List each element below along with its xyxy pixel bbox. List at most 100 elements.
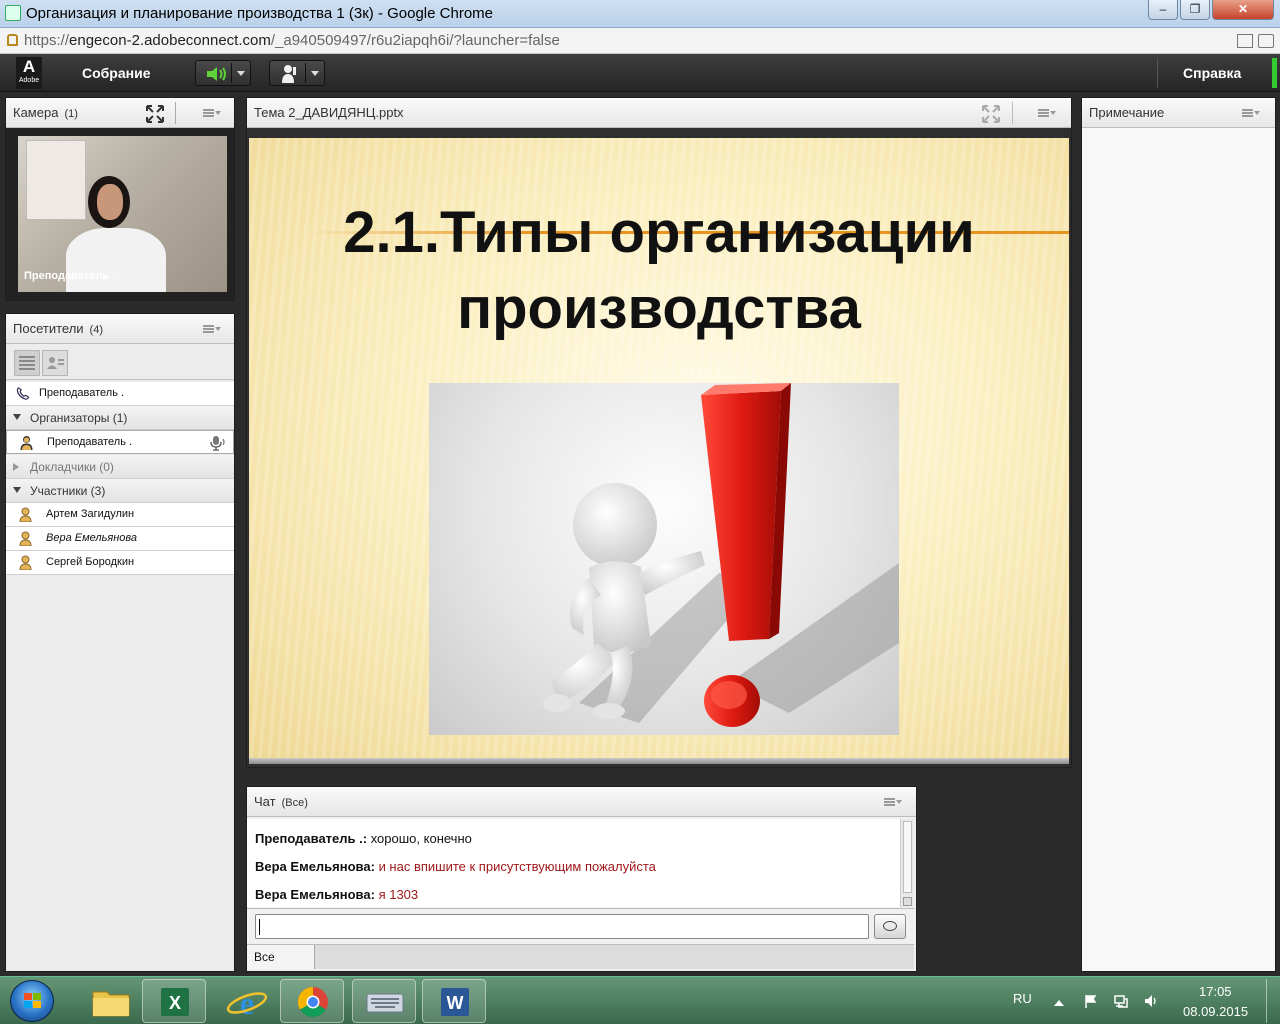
speaker-icon [207, 67, 226, 81]
chrome-app-icon [5, 5, 21, 21]
clock-time[interactable]: 17:05 [1199, 984, 1232, 999]
taskbar-word[interactable]: W [422, 979, 486, 1023]
folder-icon [92, 991, 130, 1017]
notes-pod: Примечание [1081, 97, 1276, 972]
list-item[interactable]: Преподаватель . [6, 382, 234, 406]
taskbar-ie[interactable]: e [214, 979, 278, 1023]
organizers-section[interactable]: Организаторы (1) [6, 406, 234, 430]
meeting-menu[interactable]: Собрание [82, 65, 151, 81]
screen-cast-icon[interactable] [1237, 34, 1253, 48]
fullscreen-icon[interactable] [982, 105, 1000, 123]
status-dropdown-icon[interactable] [311, 71, 319, 76]
clock-date[interactable]: 08.09.2015 [1183, 1004, 1248, 1019]
user-name: Артем Загидулин [46, 508, 135, 520]
connect-menubar: A Adobe Собрание Справка [0, 54, 1280, 92]
camera-video-label: Преподаватель . [24, 270, 116, 282]
pod-options-icon[interactable] [1038, 109, 1056, 117]
page-action-icon[interactable] [1258, 34, 1274, 48]
pod-options-icon[interactable] [1242, 109, 1260, 117]
windows-taskbar: X e W RU 17:05 08.09.2015 [0, 976, 1280, 1024]
exclamation-figure-icon [543, 383, 899, 727]
fullscreen-icon[interactable] [146, 105, 164, 123]
language-indicator[interactable]: RU [1013, 991, 1032, 1006]
excel-icon: X [161, 988, 189, 1016]
speaker-dropdown-icon[interactable] [237, 71, 245, 76]
pod-options-icon[interactable] [203, 325, 221, 333]
show-hidden-icons-icon[interactable] [1052, 996, 1066, 1010]
notes-pod-header: Примечание [1082, 98, 1275, 128]
close-window-button[interactable]: ✕ [1212, 0, 1274, 20]
help-menu[interactable]: Справка [1183, 65, 1241, 81]
volume-icon[interactable] [1144, 994, 1158, 1008]
attendees-toolbar [6, 346, 234, 380]
participant-user-icon [19, 507, 32, 522]
person-view-button[interactable] [42, 350, 68, 376]
send-message-button[interactable] [874, 914, 906, 939]
taskbar-chrome[interactable] [280, 979, 344, 1023]
user-name: Сергей Бородкин [46, 556, 135, 568]
taskbar-excel[interactable]: X [142, 979, 206, 1023]
svg-text:e: e [240, 985, 254, 1021]
attendees-pod-title: Посетители (4) [13, 321, 103, 336]
list-item[interactable]: Артем Загидулин [6, 503, 234, 527]
taskbar-keyboard[interactable] [352, 979, 416, 1023]
list-view-button[interactable] [14, 350, 40, 376]
url-text[interactable]: https://engecon-2.adobeconnect.com/_a940… [24, 32, 560, 49]
chat-pod-header: Чат (Все) [247, 787, 916, 817]
chrome-icon [297, 987, 328, 1018]
scroll-down-icon[interactable] [903, 897, 912, 906]
share-pod-header: Тема 2_ДАВИДЯНЦ.pptx [247, 98, 1071, 128]
internet-explorer-icon: e [226, 985, 268, 1021]
tab-all[interactable]: Все [247, 945, 315, 969]
taskbar-explorer[interactable] [78, 979, 142, 1023]
list-item[interactable]: Вера Емельянова [6, 527, 234, 551]
chat-pod-title: Чат (Все) [254, 794, 308, 809]
chat-scrollbar[interactable] [900, 819, 914, 907]
presenters-section[interactable]: Докладчики (0) [6, 455, 234, 479]
list-item[interactable]: Сергей Бородкин [6, 551, 234, 575]
pod-options-icon[interactable] [203, 109, 221, 117]
attendees-pod-header: Посетители (4) [6, 314, 234, 344]
address-bar[interactable]: https://engecon-2.adobeconnect.com/_a940… [0, 28, 1280, 54]
chat-message: Вера Емельянова: и нас впишите к присутс… [255, 859, 656, 874]
minimize-button[interactable]: – [1148, 0, 1178, 20]
connection-indicator [1272, 58, 1277, 88]
chat-pod: Чат (Все) Преподаватель .: хорошо, конечн… [246, 786, 917, 972]
slide-title: производства [457, 276, 861, 341]
chat-messages: Преподаватель .: хорошо, конечно Вера Ем… [247, 819, 900, 907]
speaker-button[interactable] [195, 60, 251, 86]
participant-user-icon [19, 555, 32, 570]
camera-pod-header: Камера (1) [6, 98, 234, 128]
window-title: Организация и планирование производства … [26, 5, 493, 22]
adobe-logo-icon: A Adobe [16, 57, 42, 89]
list-view-icon [19, 356, 35, 370]
notes-pod-title: Примечание [1089, 105, 1165, 120]
slide-illustration [429, 383, 899, 735]
svg-text:W: W [447, 993, 464, 1013]
chat-message-input[interactable] [255, 914, 869, 939]
list-item[interactable]: Преподаватель . [6, 430, 234, 454]
show-desktop-button[interactable] [1266, 979, 1278, 1023]
maximize-button[interactable]: ❐ [1180, 0, 1210, 20]
notes-content[interactable] [1082, 129, 1275, 971]
participants-section[interactable]: Участники (3) [6, 479, 234, 503]
host-user-icon [20, 436, 33, 450]
chat-message: Преподаватель .: хорошо, конечно [255, 831, 472, 846]
chat-message: Вера Емельянова: я 1303 [255, 887, 419, 902]
presentation-slide: 2.1.Типы организации производства [249, 138, 1069, 758]
camera-pod-title: Камера (1) [13, 105, 78, 120]
phone-user-icon [16, 387, 30, 400]
word-icon: W [441, 988, 469, 1016]
camera-pod: Камера (1) Преподаватель . [5, 97, 235, 301]
lock-icon [7, 34, 18, 46]
participant-user-icon [19, 531, 32, 546]
share-pod-title: Тема 2_ДАВИДЯНЦ.pptx [254, 105, 404, 120]
attendees-pod: Посетители (4) Преподаватель . Организато… [5, 313, 235, 972]
pod-options-icon[interactable] [884, 798, 902, 806]
action-center-flag-icon[interactable] [1084, 994, 1098, 1008]
status-button[interactable] [269, 60, 325, 86]
person-view-icon [47, 357, 64, 369]
network-icon[interactable] [1114, 994, 1128, 1008]
start-button[interactable] [10, 980, 54, 1022]
slide-title: 2.1.Типы организации [343, 200, 975, 265]
